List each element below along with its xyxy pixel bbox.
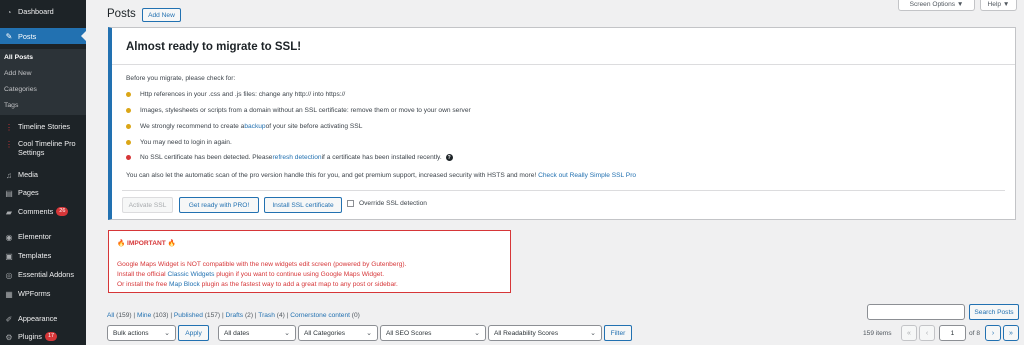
page-title: Posts xyxy=(107,8,136,20)
comments-count-badge: 26 xyxy=(56,207,69,216)
ssl-notice-title: Almost ready to migrate to SSL! xyxy=(126,41,302,53)
chevron-down-icon: ⌄ xyxy=(590,330,596,337)
ssl-check-item: Images, stylesheets or scripts from a do… xyxy=(126,107,471,114)
notice-line: Or install the free Map Block plugin as … xyxy=(117,281,398,288)
view-all-link[interactable]: All xyxy=(107,312,114,319)
google-maps-widget-notice: 🔥 IMPORTANT 🔥 Google Maps Widget is NOT … xyxy=(108,230,511,293)
filter-button[interactable]: Filter xyxy=(604,325,632,341)
activate-ssl-button[interactable]: Activate SSL xyxy=(122,197,173,213)
ssl-pro-text: You can also let the automatic scan of t… xyxy=(126,172,637,179)
view-trash-link[interactable]: Trash xyxy=(258,312,275,319)
sidebar-item-plugins[interactable]: ⚙ Plugins 17 xyxy=(0,332,86,342)
active-menu-arrow xyxy=(81,31,86,41)
timeline-icon: ⋮ xyxy=(5,122,13,132)
pushpin-icon: ✎ xyxy=(5,31,13,41)
previous-page-button[interactable]: ‹ xyxy=(919,325,935,341)
sidebar-item-cool-timeline-settings[interactable]: ⋮ Cool Timeline Pro Settings xyxy=(0,139,86,157)
submenu-tags[interactable]: Tags xyxy=(0,98,86,114)
admin-sidebar: ◔ Dashboard ✎ Posts All Posts Add New Ca… xyxy=(0,0,86,345)
sidebar-item-timeline-stories[interactable]: ⋮ Timeline Stories xyxy=(0,122,86,132)
templates-icon: ▣ xyxy=(5,251,13,261)
plugins-update-badge: 17 xyxy=(44,332,58,341)
divider xyxy=(112,64,1015,65)
notice-title: 🔥 IMPORTANT 🔥 xyxy=(117,240,176,247)
submenu-categories[interactable]: Categories xyxy=(0,82,86,98)
get-ready-pro-button[interactable]: Get ready with PRO! xyxy=(179,197,259,213)
sidebar-item-templates[interactable]: ▣ Templates xyxy=(0,251,86,261)
dashboard-icon: ◔ xyxy=(6,7,12,17)
view-cornerstone-link[interactable]: Cornerstone content xyxy=(290,312,350,319)
notice-line: Install the official Classic Widgets plu… xyxy=(117,271,385,278)
essential-addons-icon: ◎ xyxy=(5,270,13,280)
warning-dot-icon xyxy=(126,92,131,97)
dates-filter-select[interactable]: All dates ⌄ xyxy=(218,325,296,341)
warning-dot-icon xyxy=(126,124,131,129)
sidebar-item-pages[interactable]: ▤ Pages xyxy=(0,188,86,198)
last-page-button[interactable]: » xyxy=(1003,325,1019,341)
ssl-check-item: You may need to login in again. xyxy=(126,139,232,146)
warning-dot-icon xyxy=(126,108,131,113)
map-block-link[interactable]: Map Block xyxy=(169,281,200,288)
comments-icon: ▰ xyxy=(5,207,13,217)
categories-filter-select[interactable]: All Categories ⌄ xyxy=(298,325,378,341)
seo-scores-filter-select[interactable]: All SEO Scores ⌄ xyxy=(380,325,486,341)
chevron-down-icon: ⌄ xyxy=(474,330,480,337)
timeline-settings-icon: ⋮ xyxy=(5,139,13,149)
divider xyxy=(122,190,1005,191)
ssl-check-item: We strongly recommend to create a backup… xyxy=(126,123,362,130)
sidebar-item-dashboard[interactable]: ◔ Dashboard xyxy=(0,7,86,17)
elementor-icon: ◉ xyxy=(5,232,13,242)
next-page-button[interactable]: › xyxy=(985,325,1001,341)
appearance-icon: ✐ xyxy=(5,314,13,324)
submenu-all-posts[interactable]: All Posts xyxy=(0,50,86,66)
view-published-link[interactable]: Published xyxy=(174,312,203,319)
apply-button[interactable]: Apply xyxy=(178,325,209,341)
help-button[interactable]: Help ▼ xyxy=(980,0,1017,11)
sidebar-item-appearance[interactable]: ✐ Appearance xyxy=(0,314,86,324)
notice-line: Google Maps Widget is NOT compatible wit… xyxy=(117,261,407,268)
ssl-check-item: Http references in your .css and .js fil… xyxy=(126,91,345,98)
refresh-detection-link[interactable]: refresh detection xyxy=(272,154,321,161)
error-dot-icon xyxy=(126,155,131,160)
ssl-intro-text: Before you migrate, please check for: xyxy=(126,75,236,82)
classic-widgets-link[interactable]: Classic Widgets xyxy=(167,271,214,278)
posts-submenu: All Posts Add New Categories Tags xyxy=(0,49,86,115)
view-drafts-link[interactable]: Drafts xyxy=(226,312,244,319)
help-question-icon[interactable]: ? xyxy=(445,154,453,161)
bulk-actions-select[interactable]: Bulk actions ⌄ xyxy=(107,325,176,341)
install-ssl-certificate-button[interactable]: Install SSL certificate xyxy=(264,197,342,213)
first-page-button[interactable]: « xyxy=(901,325,917,341)
chevron-down-icon: ⌄ xyxy=(284,330,290,337)
warning-dot-icon xyxy=(126,140,131,145)
sidebar-item-essential-addons[interactable]: ◎ Essential Addons xyxy=(0,270,86,280)
sidebar-item-elementor[interactable]: ◉ Elementor xyxy=(0,232,86,242)
wpforms-icon: ▦ xyxy=(5,289,13,299)
items-count: 159 items xyxy=(863,330,892,337)
sidebar-item-media[interactable]: ♫ Media xyxy=(0,170,86,180)
sidebar-item-posts[interactable]: ✎ Posts xyxy=(0,28,86,44)
backup-link[interactable]: backup xyxy=(244,123,265,130)
view-mine-link[interactable]: Mine xyxy=(137,312,151,319)
ssl-migration-notice: Almost ready to migrate to SSL! Before y… xyxy=(108,27,1016,220)
readability-scores-filter-select[interactable]: All Readability Scores ⌄ xyxy=(488,325,602,341)
chevron-down-icon: ⌄ xyxy=(164,330,170,337)
media-icon: ♫ xyxy=(6,170,12,180)
override-checkbox[interactable] xyxy=(347,200,354,207)
post-status-filters: All (159) | Mine (103) | Published (157)… xyxy=(107,312,360,319)
search-posts-input[interactable] xyxy=(867,304,965,320)
override-ssl-detection[interactable]: Override SSL detection xyxy=(347,200,427,207)
chevron-down-icon: ⌄ xyxy=(366,330,372,337)
pages-icon: ▤ xyxy=(5,188,13,198)
add-new-post-button[interactable]: Add New xyxy=(142,8,181,22)
sidebar-item-comments[interactable]: ▰ Comments 26 xyxy=(0,207,86,217)
really-simple-ssl-pro-link[interactable]: Check out Really Simple SSL Pro xyxy=(538,172,636,179)
screen-options-button[interactable]: Screen Options ▼ xyxy=(898,0,975,11)
total-pages: of 8 xyxy=(969,330,980,337)
plugins-icon: ⚙ xyxy=(5,332,13,342)
submenu-add-new[interactable]: Add New xyxy=(0,66,86,82)
sidebar-item-wpforms[interactable]: ▦ WPForms xyxy=(0,289,86,299)
current-page-input[interactable]: 1 xyxy=(939,325,966,341)
search-posts-button[interactable]: Search Posts xyxy=(969,304,1019,320)
ssl-check-item: No SSL certificate has been detected. Pl… xyxy=(126,154,453,161)
